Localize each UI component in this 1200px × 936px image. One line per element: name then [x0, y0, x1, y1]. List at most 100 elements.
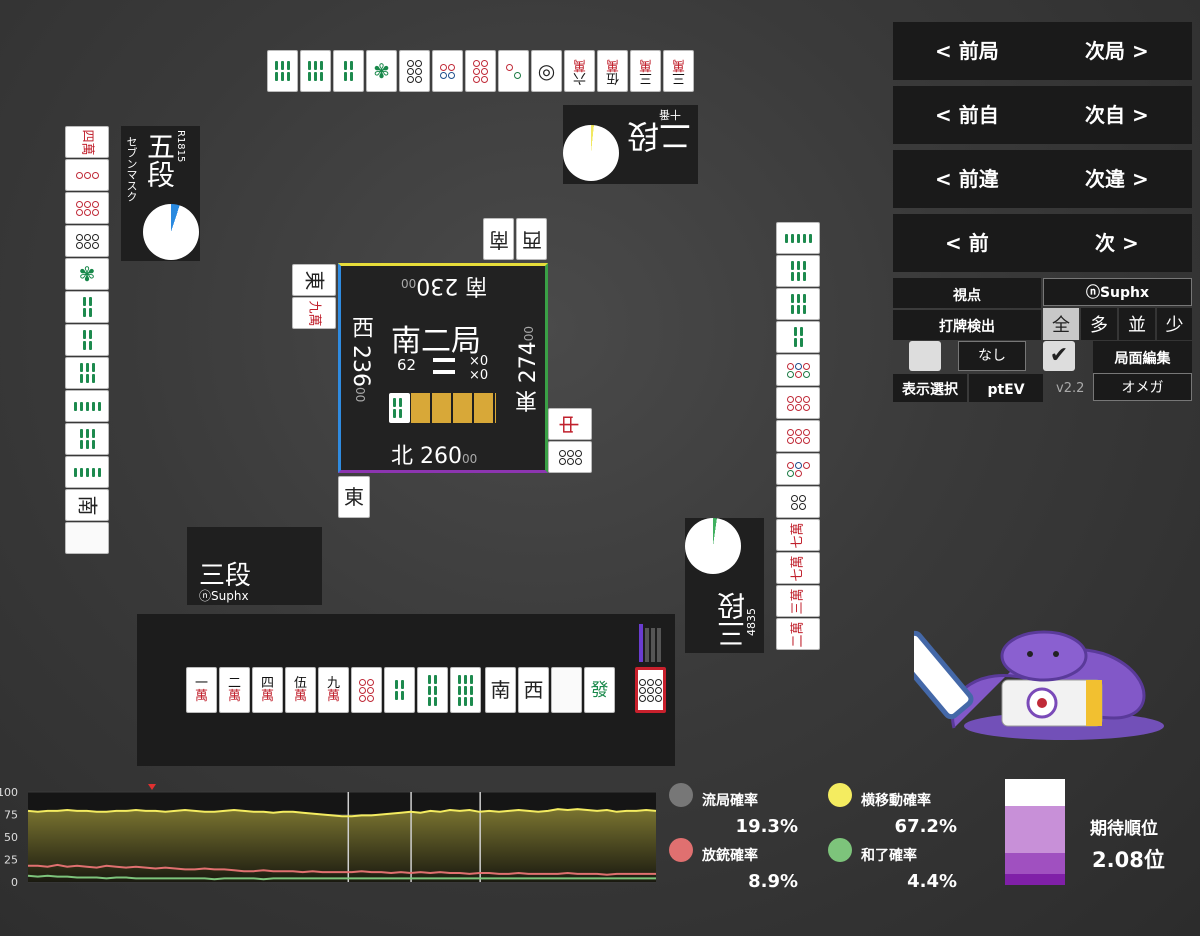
- board-edit-button[interactable]: 局面編集: [1093, 341, 1192, 373]
- hand-tile-9s[interactable]: [450, 667, 481, 713]
- display-value[interactable]: ptEV: [969, 374, 1043, 402]
- hand-tile-2m[interactable]: 二萬: [219, 667, 250, 713]
- round-title: 南二局: [391, 324, 481, 359]
- tile-character: 三萬: [776, 585, 820, 617]
- rank-bar-segment: [1005, 853, 1065, 875]
- y-tick-label: 75: [4, 809, 18, 822]
- probability-chart: 100 75 50 25 0: [0, 784, 657, 889]
- y-tick-label: 25: [4, 854, 18, 867]
- prev-button[interactable]: < 前: [945, 214, 989, 272]
- tile-character: 六萬: [564, 50, 595, 92]
- hand-tile-south[interactable]: 南: [485, 667, 516, 713]
- stick-icon: [433, 370, 455, 374]
- next-self-button[interactable]: 次自 >: [1085, 86, 1149, 144]
- hand-tile-white[interactable]: [551, 667, 582, 713]
- tile-circle: [776, 354, 820, 386]
- right-discards: 七萬 七萬 三萬 二萬: [776, 222, 821, 654]
- tile-circle: [432, 50, 463, 92]
- tile-bamboo: [267, 50, 298, 92]
- counter-2: ×0: [469, 368, 489, 383]
- current-position-marker: [148, 784, 156, 790]
- filter-normal-button[interactable]: 並: [1119, 308, 1155, 340]
- left-meld: 東 九萬: [292, 264, 338, 330]
- step-nav: < 前 次 >: [893, 214, 1192, 272]
- hand-tile-6p[interactable]: [351, 667, 382, 713]
- display-select-label: 表示選択: [893, 374, 967, 402]
- left-player-box: 五段 セブンマスク R1815: [121, 126, 200, 261]
- self-nav: < 前自 次自 >: [893, 86, 1192, 144]
- ai-select[interactable]: オメガ: [1093, 373, 1192, 401]
- bottom-player-name: ⓝSuphx: [199, 589, 249, 603]
- hand-tiles: 一萬 二萬 四萬 伍萬 九萬 南 西 發: [186, 667, 686, 713]
- prev-diff-button[interactable]: < 前違: [935, 150, 999, 208]
- none-button[interactable]: なし: [958, 341, 1026, 371]
- counter-1: ×0: [469, 354, 489, 369]
- tile-bamboo: [333, 50, 364, 92]
- tile-circle: [776, 486, 820, 518]
- tile-circle: [399, 50, 430, 92]
- ryukyoku-value: 19.3%: [735, 816, 798, 837]
- viewpoint-select[interactable]: ⓝSuphx: [1043, 278, 1192, 306]
- tile-circle: [498, 50, 529, 92]
- next-diff-button[interactable]: 次違 >: [1085, 150, 1149, 208]
- hora-dot: [828, 838, 852, 862]
- tile-honor-south: 南: [483, 218, 514, 260]
- tile-circle: [776, 453, 820, 485]
- tile-honor-south: 南: [65, 489, 109, 521]
- mascot-image: [914, 630, 1164, 740]
- tile-honor-white: [65, 522, 109, 554]
- checkbox-unchecked[interactable]: [909, 341, 941, 371]
- left-player-rate: R1815: [175, 130, 186, 163]
- next-round-button[interactable]: 次局 >: [1085, 22, 1149, 80]
- right-player-box: 三段 4835: [685, 518, 764, 653]
- tile-bamboo-one: ✾: [65, 258, 109, 290]
- hand-tile-drawn[interactable]: [635, 667, 666, 713]
- houju-dot: [669, 838, 693, 862]
- tile-circle: [776, 387, 820, 419]
- expected-rank-label: 期待順位: [1090, 819, 1158, 839]
- filter-few-button[interactable]: 少: [1157, 308, 1192, 340]
- filter-many-button[interactable]: 多: [1081, 308, 1117, 340]
- hand-tile-green-dragon[interactable]: 發: [584, 667, 615, 713]
- hand-tile-4s[interactable]: [384, 667, 415, 713]
- stick-icon: [433, 358, 455, 362]
- tile-honor-red-dragon: 中: [548, 408, 592, 440]
- bottom-player-box: 三段 ⓝSuphx: [187, 527, 322, 605]
- tile-circle: [65, 159, 109, 191]
- hand-tile-6s[interactable]: [417, 667, 448, 713]
- viewpoint-label: 視点: [893, 278, 1041, 308]
- yokoido-dot: [828, 783, 852, 807]
- hand-tile-9m[interactable]: 九萬: [318, 667, 349, 713]
- hand-tile-4m[interactable]: 四萬: [252, 667, 283, 713]
- top-player-pie: [563, 125, 619, 181]
- tile-character: 七萬: [776, 519, 820, 551]
- top-player-box: 二段 十番: [563, 105, 698, 184]
- prev-self-button[interactable]: < 前自: [935, 86, 999, 144]
- tile-character: 二萬: [776, 618, 820, 650]
- hora-value: 4.4%: [907, 871, 957, 892]
- right-meld: 中: [548, 408, 594, 474]
- tile-honor-west: 西: [516, 218, 547, 260]
- tile-bamboo: [776, 255, 820, 287]
- filter-all-button[interactable]: 全: [1043, 308, 1079, 340]
- tile-bamboo: [65, 423, 109, 455]
- top-discards: ✾ ◎ 六萬 伍萬 三萬 三萬: [267, 48, 699, 94]
- hand-tile-1m[interactable]: 一萬: [186, 667, 217, 713]
- prev-round-button[interactable]: < 前局: [935, 22, 999, 80]
- right-player-pie: [685, 518, 741, 574]
- check-icon[interactable]: ✔: [1043, 341, 1075, 371]
- rank-bar-segment: [1005, 874, 1065, 885]
- center-board: 南 23000 南二局 62 ×0 ×0 北 26000 西 23600 東 2…: [338, 263, 548, 473]
- hand-tile-5m[interactable]: 伍萬: [285, 667, 316, 713]
- hand-tile-west[interactable]: 西: [518, 667, 549, 713]
- tile-bamboo: [776, 222, 820, 254]
- ryukyoku-label: 流局確率: [702, 793, 758, 809]
- yokoido-label: 横移動確率: [861, 793, 931, 809]
- discard-detect-label: 打牌検出: [893, 310, 1041, 340]
- top-meld: 南 西: [483, 218, 548, 264]
- left-discards: 四萬 ✾ 南: [65, 126, 110, 558]
- tile-character: 四萬: [65, 126, 109, 158]
- tile-bamboo: [65, 456, 109, 488]
- next-button[interactable]: 次 >: [1095, 214, 1139, 272]
- score-bottom: 北 26000: [391, 444, 478, 469]
